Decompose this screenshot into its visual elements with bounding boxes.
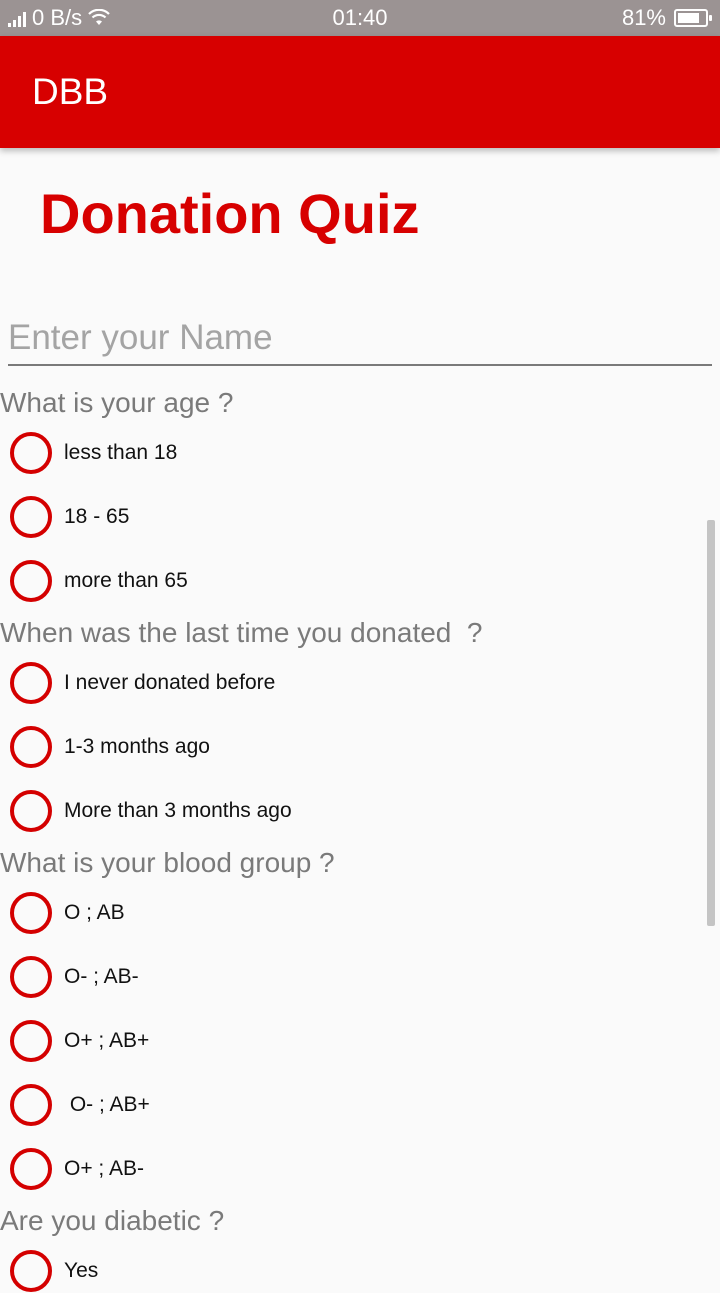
radio-option-label[interactable]: O- ; AB-: [64, 965, 139, 989]
radio-option-label[interactable]: O+ ; AB+: [64, 1029, 149, 1053]
battery-icon: [674, 9, 712, 27]
radio-option-label[interactable]: More than 3 months ago: [64, 799, 292, 823]
radio-option[interactable]: I never donated before: [10, 661, 275, 705]
status-bar: 0 B/s 01:40 81%: [0, 0, 720, 36]
radio-button[interactable]: [10, 956, 52, 998]
radio-button[interactable]: [10, 1148, 52, 1190]
radio-option-label[interactable]: I never donated before: [64, 671, 275, 695]
radio-option-label[interactable]: O- ; AB+: [64, 1093, 150, 1117]
radio-option[interactable]: 18 - 65: [10, 495, 129, 539]
radio-option-label[interactable]: more than 65: [64, 569, 188, 593]
radio-option-label[interactable]: O+ ; AB-: [64, 1157, 144, 1181]
radio-option[interactable]: O ; AB: [10, 891, 125, 935]
radio-option-label[interactable]: 1-3 months ago: [64, 735, 210, 759]
question-text: When was the last time you donated ?: [0, 617, 483, 648]
radio-option[interactable]: Yes: [10, 1249, 98, 1293]
radio-option[interactable]: O- ; AB+: [10, 1083, 150, 1127]
radio-option-label[interactable]: less than 18: [64, 441, 177, 465]
radio-option[interactable]: less than 18: [10, 431, 177, 475]
radio-button[interactable]: [10, 1250, 52, 1292]
radio-option[interactable]: more than 65: [10, 559, 188, 603]
radio-option[interactable]: 1-3 months ago: [10, 725, 210, 769]
radio-option[interactable]: O- ; AB-: [10, 955, 139, 999]
status-right: 81%: [621, 0, 712, 36]
battery-percent: 81%: [621, 5, 666, 30]
app-title: DBB: [32, 71, 109, 112]
radio-option-label[interactable]: 18 - 65: [64, 505, 129, 529]
name-input[interactable]: [8, 312, 712, 366]
radio-button[interactable]: [10, 496, 52, 538]
scrollbar[interactable]: [707, 520, 715, 926]
radio-option-label[interactable]: Yes: [64, 1259, 98, 1283]
question-text: What is your age ?: [0, 387, 234, 418]
status-time: 01:40: [332, 5, 388, 30]
radio-button[interactable]: [10, 1084, 52, 1126]
radio-button[interactable]: [10, 892, 52, 934]
radio-button[interactable]: [10, 1020, 52, 1062]
radio-option[interactable]: More than 3 months ago: [10, 789, 292, 833]
question-text: What is your blood group ?: [0, 847, 335, 878]
radio-option[interactable]: O+ ; AB+: [10, 1019, 149, 1063]
radio-button[interactable]: [10, 662, 52, 704]
radio-button[interactable]: [10, 790, 52, 832]
app-bar: DBB: [0, 36, 720, 148]
radio-button[interactable]: [10, 726, 52, 768]
radio-button[interactable]: [10, 432, 52, 474]
radio-option[interactable]: O+ ; AB-: [10, 1147, 144, 1191]
radio-option-label[interactable]: O ; AB: [64, 901, 125, 925]
radio-button[interactable]: [10, 560, 52, 602]
page-title: Donation Quiz: [40, 182, 420, 245]
question-text: Are you diabetic ?: [0, 1205, 225, 1236]
